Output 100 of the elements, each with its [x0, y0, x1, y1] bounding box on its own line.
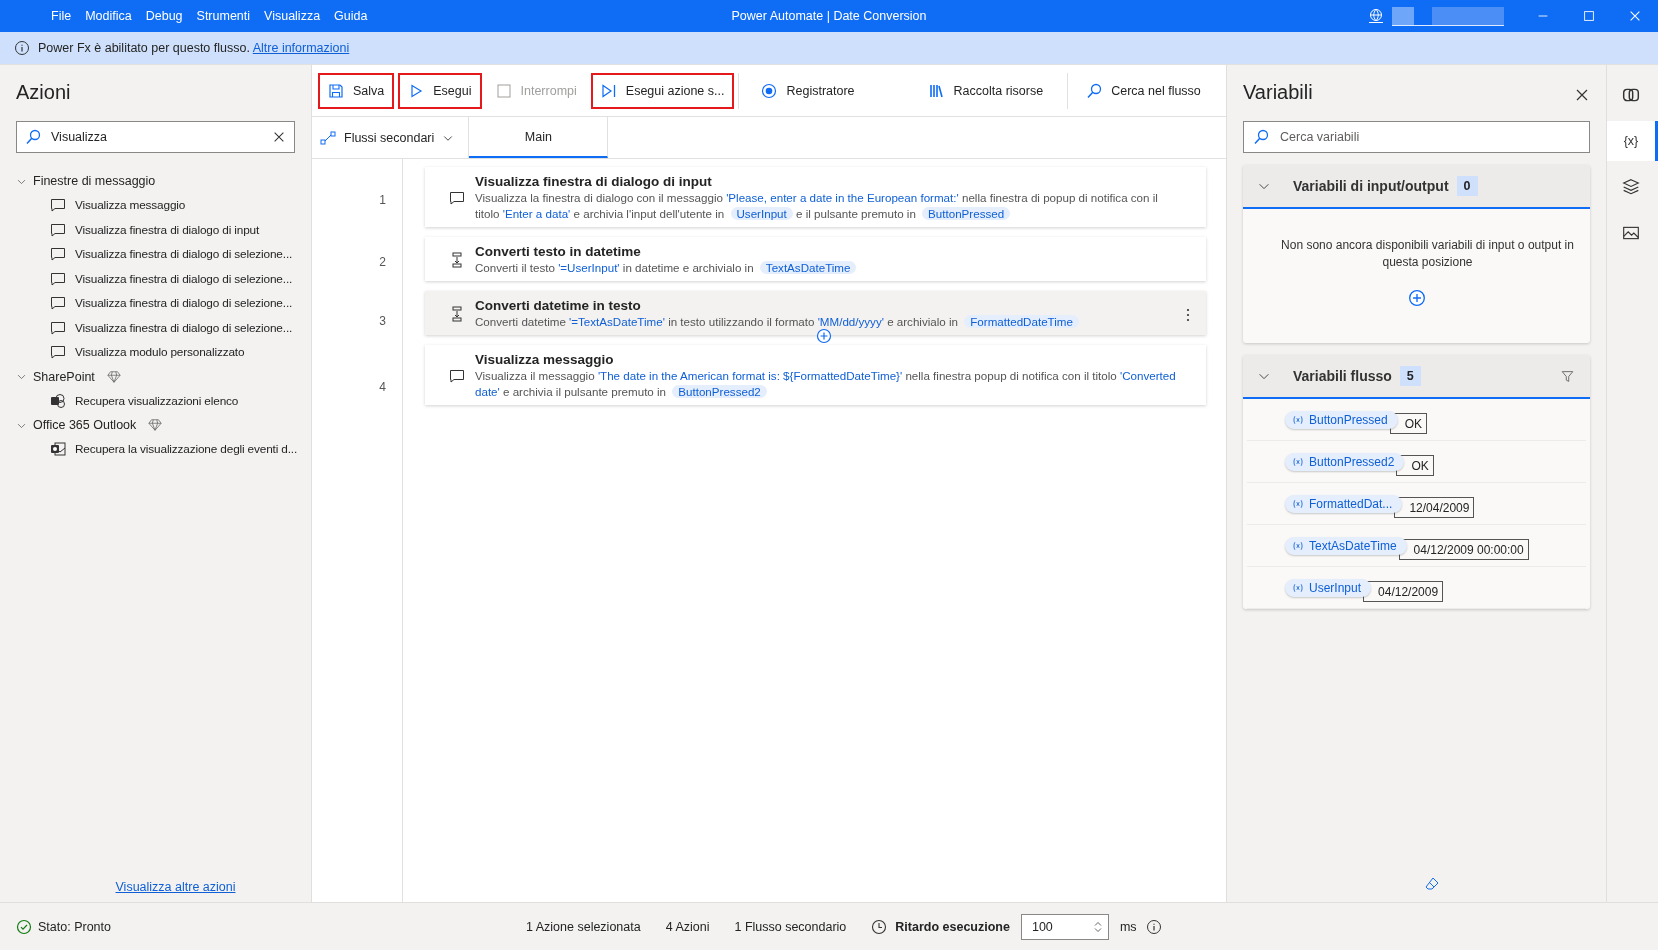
variable-icon	[1293, 498, 1303, 509]
action-item[interactable]: Visualizza modulo personalizzato	[0, 340, 311, 365]
layers-icon	[1622, 178, 1640, 196]
checkbox-icon	[495, 82, 512, 99]
redacted-account[interactable]	[1392, 6, 1504, 26]
chat-bubble-icon	[449, 368, 465, 384]
variable-value: 04/12/2009 00:00:00	[1398, 539, 1529, 560]
line-number: 1	[378, 192, 387, 209]
search-flow-button[interactable]: Cerca nel flusso	[1076, 72, 1211, 109]
step-title: Visualizza finestra di dialogo di input	[475, 174, 713, 189]
chat-bubble-icon	[50, 270, 66, 287]
copilot-icon	[1622, 86, 1640, 104]
delay-label: Ritardo esecuzione	[895, 919, 1010, 934]
line-number: 2	[378, 254, 387, 271]
window-title: Power Automate | Date Conversion	[730, 9, 928, 23]
step-card[interactable]	[425, 345, 1206, 405]
info-link[interactable]: Altre informazioni	[252, 41, 350, 55]
variable-value: 12/04/2009	[1394, 497, 1475, 518]
toolbar-button[interactable]: Raccolta risorse	[914, 72, 1054, 109]
clear-icon[interactable]	[272, 130, 286, 144]
step-description: Visualizza il messaggio 'The date in the American format is: ${FormattedDateTime}' nella finestra popup di notifica con il titolo 'Converted date' e archivia il pulsante premuto in ButtonPressed2	[475, 368, 1177, 400]
variable-chip[interactable]: UserInput	[1285, 578, 1372, 597]
info-icon	[1145, 918, 1162, 935]
record-icon	[761, 82, 778, 99]
toolbar-button[interactable]: Registratore	[747, 72, 865, 109]
section-title: Variabili flusso	[1293, 368, 1392, 384]
action-item[interactable]: Recupera visualizzazioni elenco	[0, 388, 311, 413]
action-item[interactable]: Visualizza messaggio	[0, 193, 311, 218]
variable-icon	[1293, 414, 1303, 425]
search-field[interactable]: Visualizza	[16, 121, 295, 153]
variable-token[interactable]: UserInput	[730, 207, 793, 220]
group-label[interactable]: Office 365 Outlook	[33, 418, 137, 432]
chat-bubble-icon	[50, 246, 66, 263]
variable-icon	[1293, 582, 1303, 593]
variable-chip[interactable]: ButtonPressed	[1285, 410, 1398, 429]
subflows-dropdown[interactable]: Flussi secondari	[312, 117, 470, 158]
action-item[interactable]: Recupera la visualizzazione degli eventi d...	[0, 437, 311, 462]
step-card[interactable]: Converti testo in datetime Converti il testo '=UserInput' in datetime e archivialo in TextAsDateTime	[425, 237, 1206, 281]
chat-bubble-icon	[449, 190, 465, 206]
close-icon[interactable]	[1574, 87, 1590, 103]
eraser-icon[interactable]	[1423, 876, 1440, 892]
menu-item[interactable]: Strumenti	[189, 9, 258, 23]
check-icon	[16, 918, 32, 935]
variable-chip[interactable]: FormattedDat...	[1285, 494, 1403, 513]
search-field[interactable]: Cerca variabili	[1243, 121, 1590, 153]
search-icon	[25, 129, 41, 145]
action-item[interactable]: Visualizza finestra di dialogo di selezione...	[0, 315, 311, 340]
delay-spinbox[interactable]: 100	[1020, 913, 1109, 940]
chat-bubble-icon	[50, 295, 66, 312]
step-description: Converti datetime '=TextAsDateTime' in testo utilizzando il formato 'MM/dd/yyyy' e archivialo in FormattedDateTime	[475, 314, 1079, 330]
search-icon	[1086, 82, 1103, 99]
variable-token[interactable]: ButtonPressed	[922, 207, 1011, 220]
menu-item[interactable]: File	[44, 9, 79, 23]
menu-item[interactable]: Modifica	[78, 9, 139, 23]
search-icon	[1253, 129, 1269, 145]
books-icon	[928, 82, 945, 99]
add-icon[interactable]	[1407, 289, 1426, 307]
menu-item[interactable]: Debug	[138, 9, 190, 23]
status-count: 4 Azioni	[665, 919, 710, 934]
panel-title: Azioni	[15, 80, 72, 105]
clock-icon	[871, 918, 888, 935]
unit-label: ms	[1119, 919, 1137, 934]
step-title: Visualizza messaggio	[475, 352, 615, 367]
variable-value: 04/12/2009	[1363, 581, 1444, 602]
info-message: Power Fx è abilitato per questo flusso. Altre informazioni	[38, 41, 350, 55]
action-item[interactable]: Visualizza finestra di dialogo di input	[0, 217, 311, 242]
filter-icon[interactable]	[1561, 369, 1574, 383]
status-count: 1 Flusso secondario	[734, 919, 847, 934]
variables-tab[interactable]: {x}	[1607, 121, 1658, 161]
panel-title: Variabili	[1243, 80, 1314, 105]
section-title: Variabili di input/output	[1293, 178, 1449, 194]
toolbar-button[interactable]: Salva	[318, 72, 395, 109]
step-description: Converti il testo '=UserInput' in datetime e archivialo in TextAsDateTime	[475, 260, 857, 276]
menu-item[interactable]: Visualizza	[257, 9, 328, 23]
step-card[interactable]: Converti datetime in testo Converti datetime '=TextAsDateTime' in testo utilizzando il formato 'MM/dd/yyyy' e archivialo in FormattedDateTime	[425, 291, 1206, 335]
variable-chip[interactable]: TextAsDateTime	[1285, 536, 1407, 555]
variable-token[interactable]: TextAsDateTime	[759, 261, 857, 274]
action-item[interactable]: Visualizza finestra di dialogo di selezione...	[0, 291, 311, 316]
more-actions-link[interactable]: Visualizza altre azioni	[115, 880, 236, 894]
toolbar-button[interactable]: Esegui azione s...	[590, 72, 735, 109]
info-icon	[14, 40, 30, 56]
step-card[interactable]	[425, 167, 1206, 227]
menu-item[interactable]: Guida	[327, 9, 375, 23]
group-label[interactable]: SharePoint	[33, 369, 95, 384]
globe-icon[interactable]	[1368, 8, 1384, 24]
step-title: Converti testo in datetime	[475, 244, 642, 259]
action-item[interactable]: Visualizza finestra di dialogo di selezione...	[0, 242, 311, 267]
count-badge: 5	[1399, 366, 1421, 386]
convert-icon	[449, 306, 465, 322]
variable-chip[interactable]: ButtonPressed2	[1285, 452, 1405, 471]
variable-token[interactable]: ButtonPressed2	[672, 385, 767, 398]
sharepoint-app-icon	[50, 392, 66, 409]
group-label[interactable]: Finestre di messaggio	[33, 174, 156, 188]
chat-bubble-icon	[50, 221, 66, 238]
toolbar-button[interactable]: Esegui	[398, 72, 482, 109]
action-item[interactable]: Visualizza finestra di dialogo di selezione...	[0, 266, 311, 291]
tab[interactable]: Main	[469, 117, 609, 158]
image-icon	[1622, 224, 1640, 242]
variable-token[interactable]: FormattedDateTime	[964, 315, 1079, 328]
status-text: Stato: Pronto	[38, 919, 111, 934]
